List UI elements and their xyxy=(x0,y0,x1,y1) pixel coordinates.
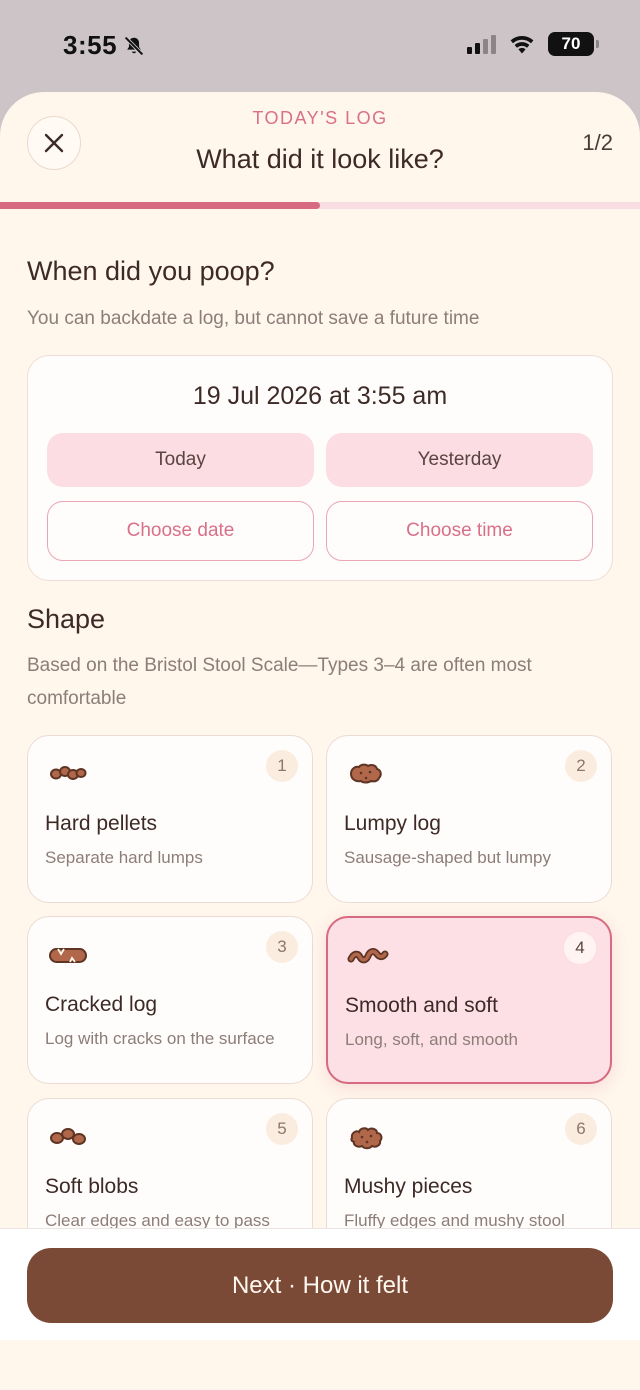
cracked-log-icon xyxy=(49,948,87,963)
shape-name: Hard pellets xyxy=(45,812,158,835)
shape-name: Mushy pieces xyxy=(344,1175,473,1198)
step-counter: 1/2 xyxy=(582,130,613,155)
yesterday-button[interactable]: Yesterday xyxy=(326,433,593,487)
cellular-signal-icon xyxy=(467,34,496,54)
shape-title: Shape xyxy=(27,604,106,634)
shape-subtitle: Based on the Bristol Stool Scale—Types 3… xyxy=(27,655,532,709)
progress-bar xyxy=(0,202,640,209)
progress-fill xyxy=(0,202,320,209)
shape-number: 4 xyxy=(564,932,596,964)
shape-description: Sausage-shaped but lumpy xyxy=(344,848,551,867)
shape-card-type-3[interactable]: 3 Cracked log Log with cracks on the sur… xyxy=(27,916,313,1084)
shape-description: Separate hard lumps xyxy=(45,848,203,867)
lumpy-log-icon xyxy=(349,763,382,784)
shape-card-type-2[interactable]: 2 Lumpy log Sausage-shaped but lumpy xyxy=(326,735,612,903)
shape-name: Smooth and soft xyxy=(345,994,498,1017)
date-time-card: 19 Jul 2026 at 3:55 am Today Yesterday C… xyxy=(27,355,613,581)
today-button[interactable]: Today xyxy=(47,433,314,487)
status-icons: 70 xyxy=(467,32,599,56)
shape-number: 1 xyxy=(266,750,298,782)
shape-number: 2 xyxy=(565,750,597,782)
mushy-pieces-icon xyxy=(350,1127,383,1150)
choose-time-button[interactable]: Choose time xyxy=(326,501,593,561)
status-time: 3:55 xyxy=(63,30,145,61)
shape-name: Lumpy log xyxy=(344,812,441,835)
wifi-icon xyxy=(510,36,534,54)
sheet-eyebrow: TODAY'S LOG xyxy=(252,108,388,128)
selected-datetime: 19 Jul 2026 at 3:55 am xyxy=(192,382,448,410)
shape-description: Long, soft, and smooth xyxy=(345,1030,518,1049)
soft-blobs-icon xyxy=(50,1128,86,1145)
smooth-snake-icon xyxy=(347,948,389,964)
shape-name: Soft blobs xyxy=(45,1175,139,1198)
shape-card-type-4[interactable]: 4 Smooth and soft Long, soft, and smooth xyxy=(326,916,612,1084)
next-button[interactable]: Next · How it felt xyxy=(27,1248,613,1323)
shape-card-type-1[interactable]: 1 Hard pellets Separate hard lumps xyxy=(27,735,313,903)
pellets-icon xyxy=(50,766,87,780)
when-subtitle: You can backdate a log, but cannot save … xyxy=(27,308,480,329)
shape-number: 6 xyxy=(565,1113,597,1145)
status-bar: 3:55 70 xyxy=(0,0,640,92)
choose-date-button[interactable]: Choose date xyxy=(47,501,314,561)
battery-level: 70 xyxy=(561,34,581,53)
status-time-text: 3:55 xyxy=(63,30,118,60)
shape-description: Log with cracks on the surface xyxy=(45,1029,275,1048)
shape-number: 3 xyxy=(266,931,298,963)
log-sheet: TODAY'S LOG What did it look like? 1/2 W… xyxy=(0,92,640,1390)
sheet-title: What did it look like? xyxy=(196,144,444,174)
bell-muted-icon xyxy=(124,36,144,55)
shape-number: 5 xyxy=(266,1113,298,1145)
bottom-action-bar: Next · How it felt xyxy=(0,1228,640,1340)
shape-name: Cracked log xyxy=(45,993,158,1016)
home-indicator-area xyxy=(0,1340,640,1390)
battery-icon: 70 xyxy=(548,32,599,56)
when-title: When did you poop? xyxy=(27,256,275,286)
